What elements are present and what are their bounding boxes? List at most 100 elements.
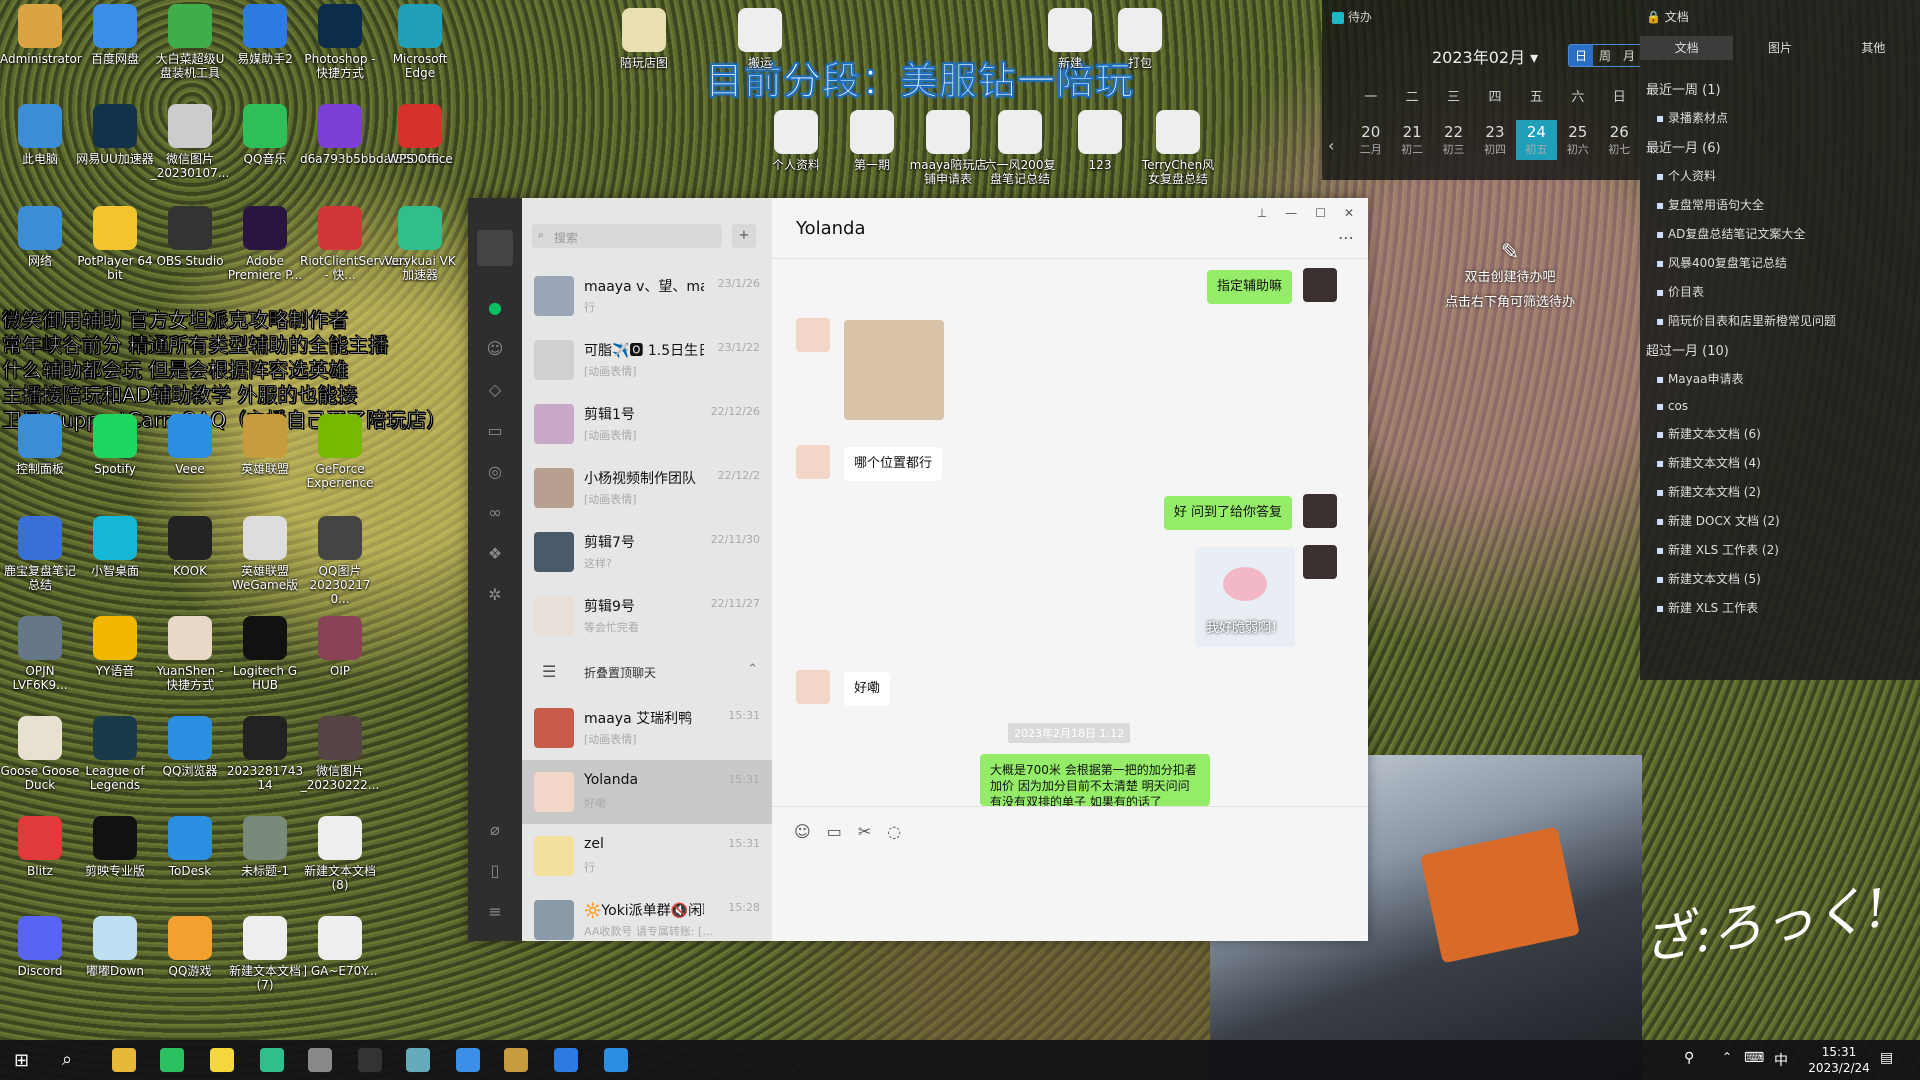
app-taskbar-icon[interactable]	[554, 1048, 578, 1072]
my-chat-avatar[interactable]	[1303, 545, 1337, 579]
emoji-icon[interactable]: ☺	[794, 822, 811, 841]
contact-chat-avatar[interactable]	[796, 445, 830, 479]
doc-item[interactable]: ▪ 个人资料	[1644, 161, 1916, 190]
desktop-icon[interactable]: Logitech G HUB	[225, 616, 305, 692]
doc-group-header[interactable]: 最近一周 (1)	[1644, 74, 1916, 103]
maximize-button[interactable]: ☐	[1315, 206, 1326, 220]
menu-icon[interactable]: ≡	[485, 902, 505, 922]
desktop-icon[interactable]: 大白菜超级U盘装机工具	[150, 4, 230, 80]
notification-icon[interactable]: ▤	[1880, 1050, 1893, 1066]
desktop-icon[interactable]: 新建	[1030, 8, 1110, 70]
desktop-icon[interactable]: 小智桌面	[75, 516, 155, 578]
sticker-message[interactable]: 我好脆弱啊！	[1195, 547, 1295, 647]
desktop-icon[interactable]: 英雄联盟	[225, 414, 305, 476]
doc-group-header[interactable]: 超过一月 (10)	[1644, 335, 1916, 364]
todesk-taskbar-icon[interactable]	[604, 1048, 628, 1072]
contact-chat-avatar[interactable]	[796, 670, 830, 704]
desktop-icon[interactable]: 123	[1060, 110, 1140, 172]
desktop-icon[interactable]: Discord	[0, 916, 80, 978]
doc-item[interactable]: ▪ 复盘常用语句大全	[1644, 190, 1916, 219]
clock[interactable]: 15:31 2023/2/24	[1804, 1044, 1874, 1076]
desktop-icon[interactable]: Microsoft Edge	[380, 4, 460, 80]
desktop-icon[interactable]: 此电脑	[0, 104, 80, 166]
desktop-icon[interactable]: WPS Office	[380, 104, 460, 166]
desktop-icon[interactable]: 六一风200复盘笔记总结	[980, 110, 1060, 186]
doc-item[interactable]: ▪ AD复盘总结笔记文案大全	[1644, 219, 1916, 248]
desktop-icon[interactable]: PotPlayer 64 bit	[75, 206, 155, 282]
desktop-icon[interactable]: Adobe Premiere P...	[225, 206, 305, 282]
notepad-taskbar-icon[interactable]	[406, 1048, 430, 1072]
calendar-day[interactable]: 22 初三	[1433, 120, 1474, 160]
channels-icon[interactable]: ∞	[485, 503, 505, 523]
minimize-button[interactable]: —	[1285, 206, 1297, 220]
todo-icon[interactable]	[1332, 11, 1344, 24]
calendar-day[interactable]: 25 初六	[1557, 120, 1598, 160]
settings-taskbar-icon[interactable]	[308, 1048, 332, 1072]
desktop-icon[interactable]: 易媒助手2	[225, 4, 305, 66]
calendar-day[interactable]: 21 初二	[1391, 120, 1432, 160]
desktop-icon[interactable]: 剪映专业版	[75, 816, 155, 878]
desktop-icon[interactable]: 鹿宝复盘笔记总结	[0, 516, 80, 592]
doc-item[interactable]: ▪ 新建 XLS 工作表 (2)	[1644, 535, 1916, 564]
desktop-icon[interactable]: OBS Studio	[150, 206, 230, 268]
desktop-icon[interactable]: 搬运	[720, 8, 800, 70]
desktop-icon[interactable]: YY语音	[75, 616, 155, 678]
phone-icon[interactable]: ▯	[485, 861, 505, 881]
chat-list-item[interactable]: maaya 艾瑞利鸭 15:31 [动画表情]	[522, 696, 772, 760]
baidu-taskbar-icon[interactable]	[456, 1048, 480, 1072]
contact-chat-avatar[interactable]	[796, 318, 830, 352]
close-button[interactable]: ✕	[1344, 206, 1354, 220]
tray-chevron-icon[interactable]: ⌃	[1722, 1050, 1732, 1064]
doc-item[interactable]: ▪ 录播素材点	[1644, 103, 1916, 132]
desktop-icon[interactable]: RiotClientServices - 快...	[300, 206, 409, 282]
desktop-icon[interactable]: OPJN LVF6K9...	[0, 616, 80, 692]
calendar-prev-icon[interactable]: ‹	[1328, 136, 1334, 155]
add-chat-button[interactable]: +	[732, 224, 756, 248]
chat-list-item[interactable]: 剪辑9号 22/11/27 等会忙完看	[522, 584, 772, 648]
view-week-button[interactable]: 周	[1593, 45, 1617, 66]
desktop-icon[interactable]: 网络	[0, 206, 80, 268]
folder-icon[interactable]: ▭	[827, 822, 842, 841]
more-options-icon[interactable]: ⋯	[1338, 228, 1354, 247]
desktop-icon[interactable]: 陪玩店图	[604, 8, 684, 70]
favorites-icon[interactable]: ◇	[485, 380, 505, 400]
people-icon[interactable]: ⚲	[1684, 1050, 1694, 1066]
cat-image-message[interactable]	[844, 320, 944, 420]
chat-list-item[interactable]: 小杨视频制作团队 22/12/2 [动画表情]	[522, 456, 772, 520]
chat-list-item[interactable]: Yolanda 15:31 好嘞	[522, 760, 772, 824]
calendar-day[interactable]: 23 初四	[1474, 120, 1515, 160]
chat-list-item[interactable]: 剪辑1号 22/12/26 [动画表情]	[522, 392, 772, 456]
search-input[interactable]: ⌕ 搜索	[532, 224, 722, 248]
windows-start-icon[interactable]: ⊞	[14, 1050, 29, 1071]
league-taskbar-icon[interactable]	[504, 1048, 528, 1072]
doc-item[interactable]: ▪ 新建文本文档 (6)	[1644, 419, 1916, 448]
scissors-icon[interactable]: ✂	[858, 822, 871, 841]
tab-images[interactable]: 图片	[1733, 36, 1826, 60]
desktop-icon[interactable]: YuanShen - 快捷方式	[150, 616, 230, 692]
tab-documents[interactable]: 文档	[1640, 36, 1734, 60]
moments-icon[interactable]: ◎	[485, 462, 505, 482]
desktop-icon[interactable]: Spotify	[75, 414, 155, 476]
view-month-button[interactable]: 月	[1617, 45, 1641, 66]
desktop-icon[interactable]: Photoshop - 快捷方式	[300, 4, 380, 80]
search-taskbar-icon[interactable]: ⌕	[62, 1049, 72, 1070]
desktop-icon[interactable]: 新建文本文档 (8)	[300, 816, 380, 892]
chat-history-icon[interactable]: ◌	[887, 822, 901, 841]
desktop-icon[interactable]: QQ浏览器	[150, 716, 230, 778]
doc-group-header[interactable]: 最近一月 (6)	[1644, 132, 1916, 161]
wechat-taskbar-icon[interactable]	[160, 1048, 184, 1072]
view-day-button[interactable]: 日	[1569, 45, 1594, 66]
my-chat-avatar[interactable]	[1303, 494, 1337, 528]
calendar-day[interactable]: 24 初五	[1515, 120, 1558, 160]
doc-item[interactable]: ▪ 风暴400复盘笔记总结	[1644, 248, 1916, 277]
chat-list-item[interactable]: zel 15:31 行	[522, 824, 772, 888]
desktop-icon[interactable]: 百度网盘	[75, 4, 155, 66]
chat-icon[interactable]: ●	[485, 298, 505, 318]
desktop-icon[interactable]: 2023281743 14	[225, 716, 305, 792]
doc-item[interactable]: ▪ 新建文本文档 (2)	[1644, 477, 1916, 506]
doc-item[interactable]: ▪ Mayaa申请表	[1644, 364, 1916, 393]
tab-other[interactable]: 其他	[1827, 36, 1920, 60]
desktop-icon[interactable]: 嘟嘟Down	[75, 916, 155, 978]
doc-item[interactable]: ▪ 价目表	[1644, 277, 1916, 306]
message-input[interactable]	[782, 848, 1358, 934]
